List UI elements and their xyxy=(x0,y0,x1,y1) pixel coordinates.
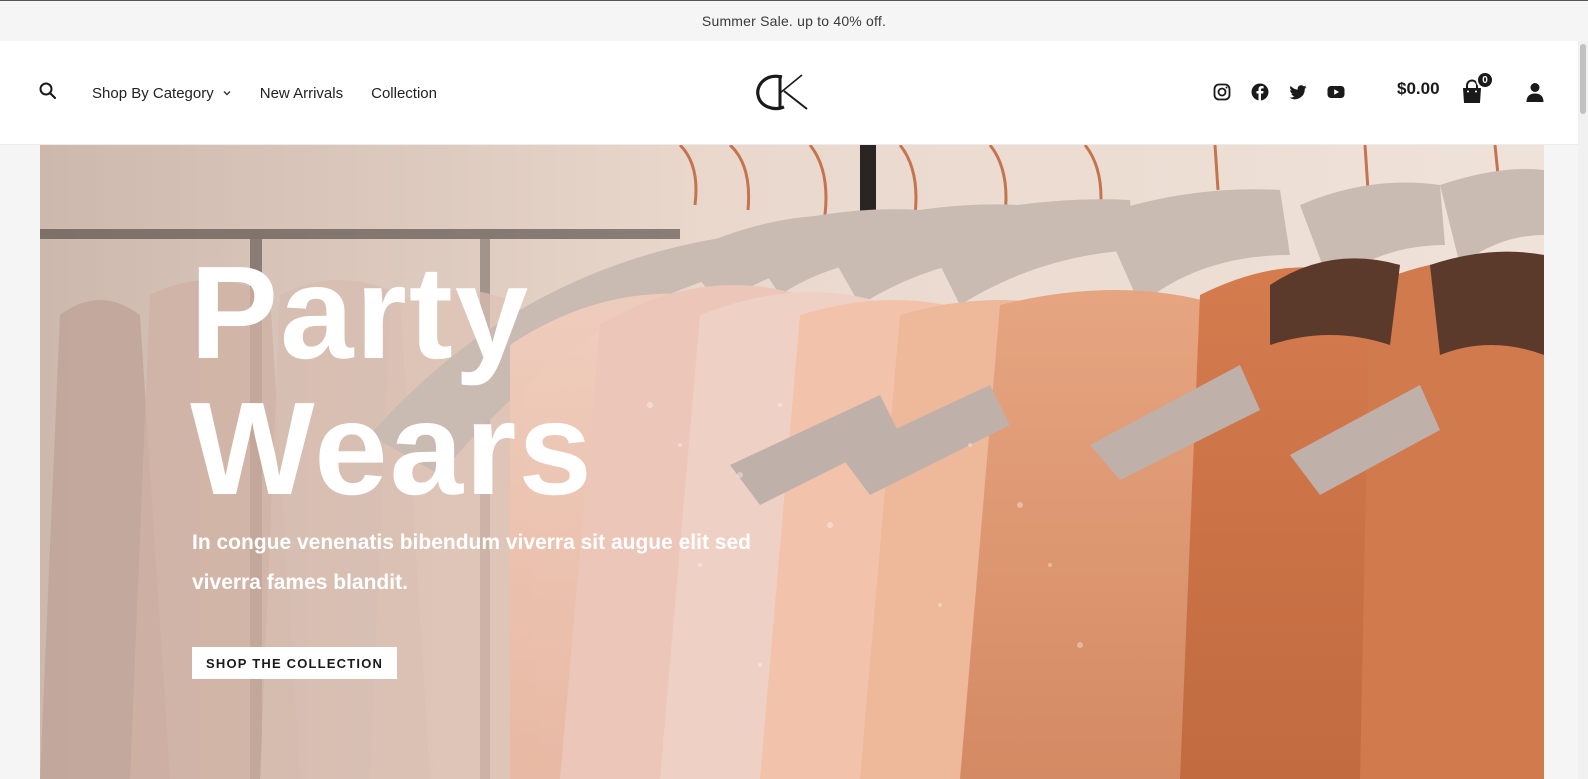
facebook-icon[interactable] xyxy=(1250,82,1270,102)
chevron-down-icon xyxy=(223,91,231,96)
brand-logo[interactable] xyxy=(752,69,812,115)
hero-title-line-1: Party xyxy=(190,239,531,386)
search-icon[interactable] xyxy=(38,81,58,101)
hero-subtitle: In congue venenatis bibendum viverra sit… xyxy=(192,531,751,594)
hero-banner: Party Wears In congue venenatis bibendum… xyxy=(40,145,1544,779)
social-links xyxy=(1212,82,1346,102)
instagram-icon[interactable] xyxy=(1212,82,1232,102)
announcement-bar: Summer Sale. up to 40% off. xyxy=(0,1,1588,41)
nav-collection[interactable]: Collection xyxy=(371,85,437,102)
hero-title: Party Wears xyxy=(190,245,594,517)
shop-collection-button[interactable]: SHOP THE COLLECTION xyxy=(192,647,398,679)
scrollbar-thumb[interactable] xyxy=(1580,44,1586,114)
nav-shop-by-category[interactable]: Shop By Category xyxy=(92,85,232,102)
site-header: Shop By Category New Arrivals Collection xyxy=(0,41,1588,145)
main-nav: Shop By Category New Arrivals Collection xyxy=(92,41,437,145)
nav-new-arrivals-label: New Arrivals xyxy=(259,84,344,102)
nav-new-arrivals[interactable]: New Arrivals xyxy=(260,85,343,102)
page-scrollbar[interactable] xyxy=(1578,41,1588,779)
announcement-text: Summer Sale. up to 40% off. xyxy=(701,13,887,29)
shop-collection-button-label: SHOP THE COLLECTION xyxy=(206,655,384,671)
user-icon[interactable] xyxy=(1524,81,1546,103)
cart-total[interactable]: $0.00 xyxy=(1397,79,1440,99)
cart-count-badge: 0 xyxy=(1476,71,1494,89)
hero-title-line-2: Wears xyxy=(190,375,594,522)
twitter-icon[interactable] xyxy=(1288,82,1308,102)
youtube-icon[interactable] xyxy=(1326,82,1346,102)
nav-shop-by-category-label: Shop By Category xyxy=(92,84,214,102)
nav-collection-label: Collection xyxy=(371,84,437,102)
